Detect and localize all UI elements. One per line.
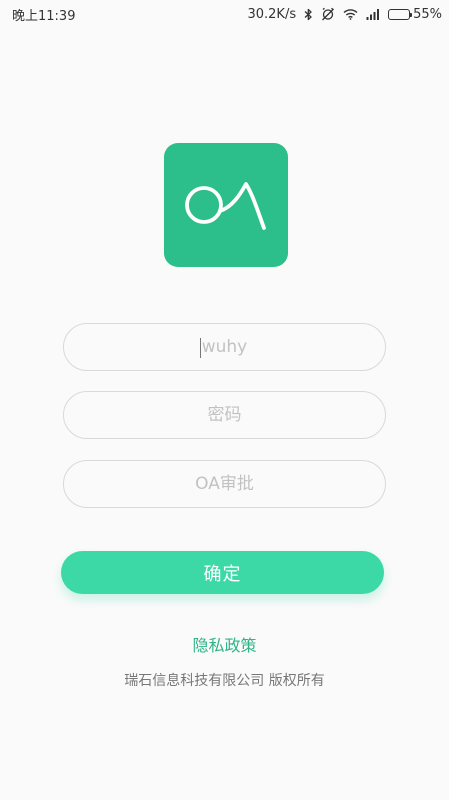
username-field[interactable]: wuhy [63, 323, 386, 371]
approval-input[interactable] [64, 460, 385, 508]
confirm-button[interactable]: 确定 [61, 551, 384, 594]
privacy-policy-link[interactable]: 隐私政策 [0, 632, 449, 656]
battery-indicator: 55% [388, 7, 442, 22]
password-field[interactable] [63, 391, 386, 439]
username-input[interactable] [64, 323, 385, 371]
status-icons: 30.2K/s 55% [247, 7, 442, 22]
copyright-text: 瑞石信息科技有限公司 版权所有 [124, 673, 325, 689]
status-time: 晚上11:39 [12, 8, 76, 24]
password-input[interactable] [64, 391, 385, 439]
battery-icon [388, 8, 413, 20]
network-speed: 30.2K/s [247, 6, 297, 22]
bluetooth-icon [304, 8, 313, 21]
signal-icon [366, 8, 380, 20]
battery-percent: 55% [413, 6, 442, 22]
app-logo [164, 143, 288, 267]
wifi-icon [343, 8, 358, 20]
approval-field[interactable] [63, 460, 386, 508]
status-bar: 晚上11:39 30.2K/s 55% [0, 0, 449, 28]
alarm-off-icon [321, 7, 335, 21]
oa-logo-icon [185, 182, 266, 230]
